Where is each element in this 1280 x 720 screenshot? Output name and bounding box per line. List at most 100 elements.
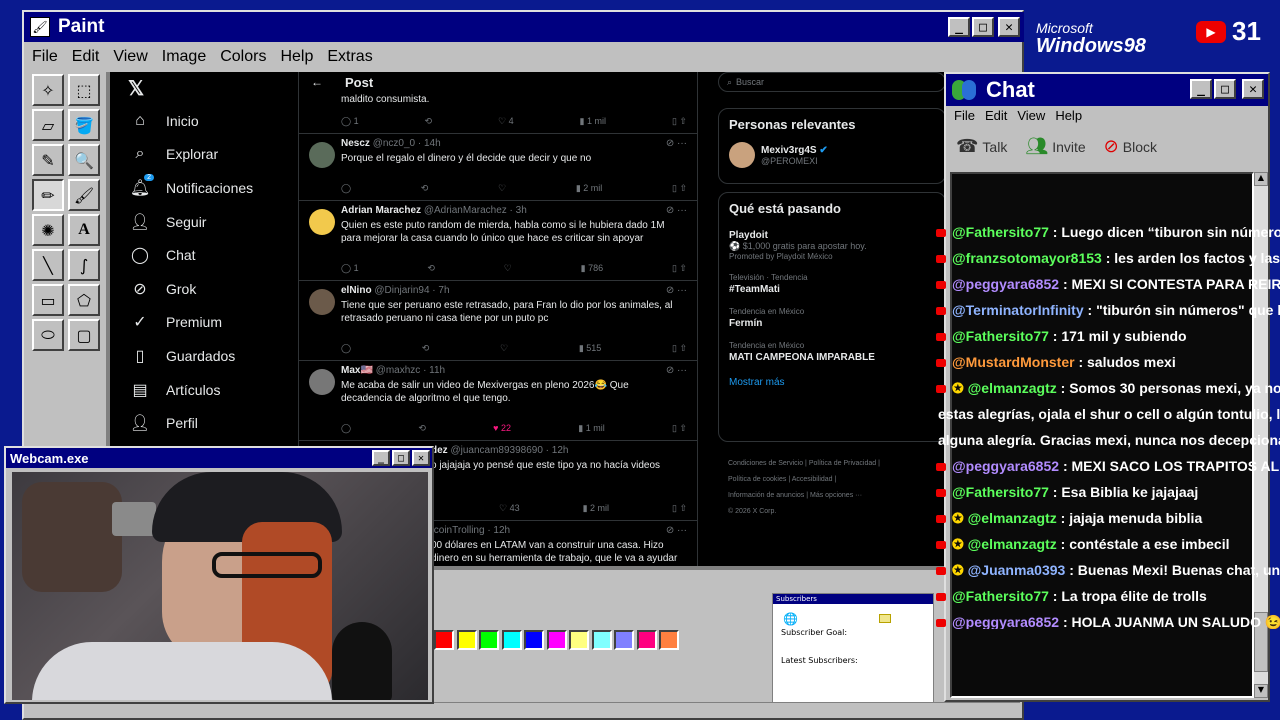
show-more-link[interactable]: Mostrar más [729, 377, 935, 388]
menu-help[interactable]: Help [280, 48, 313, 66]
palette-swatch[interactable] [456, 630, 477, 650]
footer-link[interactable]: Condiciones de Servicio [728, 460, 803, 467]
close-button[interactable]: ✕ [412, 450, 430, 466]
trend-item[interactable]: Tendencia en México MATI CAMPEONA IMPARAB… [729, 341, 935, 363]
brush-icon[interactable]: 🖌 [68, 179, 100, 211]
menu-file[interactable]: File [32, 48, 58, 66]
more-icon[interactable]: ⊘ ··· [666, 205, 687, 216]
like-icon[interactable]: ♡ [504, 263, 512, 274]
palette-swatch[interactable] [501, 630, 522, 650]
palette-swatch[interactable] [636, 630, 657, 650]
close-button[interactable]: ✕ [1242, 79, 1264, 99]
reply-icon[interactable]: ◯ [341, 343, 351, 354]
block-button[interactable]: ⊘ Block [1104, 136, 1157, 157]
more-icon[interactable]: ⊘ ··· [666, 138, 687, 149]
maximize-button[interactable]: □ [392, 450, 410, 466]
invite-button[interactable]: 👥︎ Invite [1025, 136, 1085, 157]
minimize-button[interactable]: _ [1190, 79, 1212, 99]
webcam-titlebar[interactable]: Webcam.exe _ □ ✕ [6, 448, 432, 468]
footer-link[interactable]: Política de Privacidad [809, 460, 876, 467]
like-icon[interactable]: ♡ [498, 183, 506, 194]
nav-explorar[interactable]: ⌕ Explorar [124, 138, 294, 172]
bookmark-icon[interactable]: ▯ ⇧ [672, 116, 687, 127]
menu-extras[interactable]: Extras [327, 48, 372, 66]
retweet-icon[interactable]: ⟲ [425, 116, 433, 127]
like-icon[interactable]: ♥ 22 [493, 423, 511, 434]
reply-icon[interactable]: ◯ 1 [341, 263, 359, 274]
bookmark-icon[interactable]: ▯ ⇧ [672, 503, 687, 514]
scroll-down-arrow[interactable]: ▼ [1254, 684, 1268, 698]
palette-swatch[interactable] [434, 630, 454, 650]
back-arrow-icon[interactable]: ← [311, 75, 323, 89]
like-icon[interactable]: ♡ [500, 343, 508, 354]
footer-link[interactable]: Accesibilidad [792, 476, 833, 483]
palette-swatch[interactable] [569, 630, 589, 650]
maximize-button[interactable]: □ [1214, 79, 1236, 99]
airbrush-icon[interactable]: ✺ [32, 214, 64, 246]
nav-notificaciones[interactable]: 🔔︎ 2 Notificaciones [124, 171, 294, 205]
footer-link[interactable]: Más opciones ··· [810, 492, 862, 499]
ellipse-icon[interactable]: ⬭ [32, 319, 64, 351]
magnifier-icon[interactable]: 🔍 [68, 144, 100, 176]
relevant-name[interactable]: Mexiv3rg4S [761, 145, 817, 156]
bookmark-icon[interactable]: ▯ ⇧ [672, 183, 687, 194]
paint-titlebar[interactable]: 🖌 Paint _ □ ✕ [24, 12, 1024, 42]
promo-item[interactable]: Playdoit ⚽ $1,000 gratis para apostar ho… [729, 230, 935, 261]
retweet-icon[interactable]: ⟲ [427, 263, 435, 274]
bookmark-icon[interactable]: ▯ ⇧ [672, 423, 687, 434]
fill-icon[interactable]: 🪣 [68, 109, 100, 141]
reply-icon[interactable]: ◯ 1 [341, 116, 359, 127]
menu-colors[interactable]: Colors [220, 48, 266, 66]
menu-edit[interactable]: Edit [72, 48, 100, 66]
color-picker-icon[interactable]: ✎ [32, 144, 64, 176]
like-icon[interactable]: ♡ 4 [498, 116, 514, 127]
free-select-icon[interactable]: ✧ [32, 74, 64, 106]
retweet-icon[interactable]: ⟲ [421, 183, 429, 194]
palette-swatch[interactable] [524, 630, 544, 650]
rounded-rect-icon[interactable]: ▢ [68, 319, 100, 351]
menu-image[interactable]: Image [162, 48, 206, 66]
scroll-up-arrow[interactable]: ▲ [1254, 172, 1268, 186]
minimize-button[interactable]: _ [372, 450, 390, 466]
nav-perfil[interactable]: 👤︎ Perfil [124, 406, 294, 440]
nav-premium[interactable]: ✓ Premium [124, 306, 294, 340]
bookmark-icon[interactable]: ▯ ⇧ [672, 343, 687, 354]
bookmark-icon[interactable]: ▯ ⇧ [672, 263, 687, 274]
x-logo[interactable]: 𝕏 [128, 76, 144, 101]
more-icon[interactable]: ⊘ ··· [666, 525, 687, 536]
rect-select-icon[interactable]: ⬚ [68, 74, 100, 106]
palette-swatch[interactable] [479, 630, 499, 650]
retweet-icon[interactable]: ⟲ [418, 423, 426, 434]
tweet[interactable]: elNino @Dinjarin94 · 7h ⊘ ··· Tiene que … [299, 281, 697, 361]
nav-guardados[interactable]: ▯ Guardados [124, 339, 294, 373]
nav-grok[interactable]: ⊘ Grok [124, 272, 294, 306]
palette-swatch[interactable] [546, 630, 567, 650]
trend-item[interactable]: Tendencia en México Fermín [729, 307, 935, 329]
menu-edit[interactable]: Edit [985, 108, 1007, 123]
reply-icon[interactable]: ◯ [341, 423, 351, 434]
menu-help[interactable]: Help [1055, 108, 1082, 123]
line-icon[interactable]: ╲ [32, 249, 64, 281]
talk-button[interactable]: ☎ Talk [956, 136, 1007, 157]
reply-icon[interactable]: ◯ [341, 183, 351, 194]
tweet[interactable]: Max🇺🇸 @maxhzc · 11h ⊘ ··· Me acaba de sa… [299, 361, 697, 441]
chat-titlebar[interactable]: Chat _ □ ✕ [946, 74, 1268, 106]
footer-link[interactable]: Información de anuncios [728, 492, 804, 499]
nav-articulos[interactable]: ▤ Artículos [124, 373, 294, 407]
trend-item[interactable]: Televisión · Tendencia #TeamMati [729, 273, 935, 295]
tweet[interactable]: Adrian Marachez @AdrianMarachez · 3h ⊘ ·… [299, 201, 697, 281]
pencil-icon[interactable]: ✏ [32, 179, 64, 211]
more-icon[interactable]: ⊘ ··· [666, 365, 687, 376]
menu-view[interactable]: View [1017, 108, 1045, 123]
close-button[interactable]: ✕ [998, 17, 1020, 37]
rectangle-icon[interactable]: ▭ [32, 284, 64, 316]
retweet-icon[interactable]: ⟲ [422, 343, 430, 354]
eraser-icon[interactable]: ▱ [32, 109, 64, 141]
nav-inicio[interactable]: ⌂ Inicio [124, 104, 294, 138]
polygon-icon[interactable]: ⬠ [68, 284, 100, 316]
nav-chat[interactable]: ◯ Chat [124, 238, 294, 272]
text-icon[interactable]: A [68, 214, 100, 246]
search-box[interactable]: ⌕ Buscar [718, 72, 946, 92]
curve-icon[interactable]: ∫ [68, 249, 100, 281]
nav-seguir[interactable]: 👤︎ Seguir [124, 205, 294, 239]
